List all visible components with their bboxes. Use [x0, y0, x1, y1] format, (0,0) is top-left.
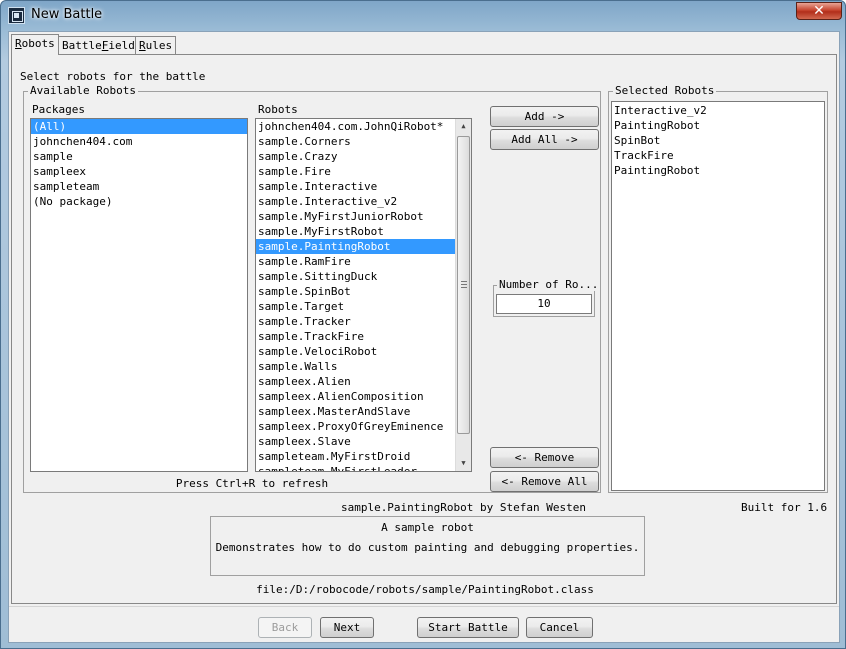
remove-button[interactable]: <- Remove [490, 447, 599, 468]
robot-list-item[interactable]: sampleteam.MyFirstDroid [256, 449, 456, 464]
robot-list-item[interactable]: sample.Corners [256, 134, 456, 149]
robot-list-item[interactable]: sample.RamFire [256, 254, 456, 269]
tab-robots[interactable]: Robots [11, 34, 59, 55]
close-button[interactable]: ✕ [796, 2, 842, 20]
new-battle-window: New Battle ✕ Robots BattleField Rules Se… [0, 0, 846, 649]
robot-list-item[interactable]: sample.SpinBot [256, 284, 456, 299]
selected-robots-list[interactable]: Interactive_v2 PaintingRobot SpinBot TrackF… [611, 101, 825, 491]
robot-list-item[interactable]: sampleex.Slave [256, 434, 456, 449]
selected-robot-item[interactable]: PaintingRobot [612, 118, 824, 133]
robots-list[interactable]: johnchen404.com.JohnQiRobot* sample.Corne… [255, 118, 472, 472]
start-battle-button[interactable]: Start Battle [417, 617, 519, 638]
back-button[interactable]: Back [258, 617, 312, 638]
robot-list-item[interactable]: sample.MyFirstRobot [256, 224, 456, 239]
robots-tab-panel: Select robots for the battle Available R… [11, 54, 837, 604]
packages-list[interactable]: (All) johnchen404.com sample sampleex sample… [30, 118, 248, 472]
selected-robot-item[interactable]: Interactive_v2 [612, 103, 824, 118]
number-of-rounds-label: Number of Ro... [497, 278, 601, 291]
tab-battlefield[interactable]: BattleField [58, 36, 139, 54]
selected-robot-item[interactable]: TrackFire [612, 148, 824, 163]
tab-robots-mnemonic: R [15, 37, 22, 50]
next-button[interactable]: Next [320, 617, 374, 638]
robots-list-scrollbar[interactable]: ▲ ▼ [455, 119, 471, 471]
package-list-item[interactable]: sample [31, 149, 247, 164]
cancel-button[interactable]: Cancel [526, 617, 593, 638]
robot-list-item[interactable]: sample.Tracker [256, 314, 456, 329]
robot-list-item[interactable]: sample.VelociRobot [256, 344, 456, 359]
robot-list-item[interactable]: sample.TrackFire [256, 329, 456, 344]
window-title: New Battle [31, 7, 103, 22]
robots-header: Robots [258, 103, 298, 116]
selected-robot-item[interactable]: PaintingRobot [612, 163, 824, 178]
robot-list-item[interactable]: sample.Target [256, 299, 456, 314]
tab-rules[interactable]: Rules [135, 36, 177, 54]
package-list-item[interactable]: johnchen404.com [31, 134, 247, 149]
robot-list-item[interactable]: sample.Crazy [256, 149, 456, 164]
tab-battlefield-label: ield [108, 39, 135, 52]
robot-list-item[interactable]: sample.Fire [256, 164, 456, 179]
package-list-item[interactable]: (All) [31, 119, 247, 134]
refresh-hint: Press Ctrl+R to refresh [175, 477, 329, 490]
add-all-button[interactable]: Add All -> [490, 129, 599, 150]
scrollbar-grip-icon [461, 281, 467, 288]
robot-description-box: A sample robot Demonstrates how to do cu… [210, 516, 645, 576]
tab-rules-label: ules [145, 39, 173, 52]
selected-robot-item[interactable]: SpinBot [612, 133, 824, 148]
selected-robots-legend: Selected Robots [613, 84, 717, 97]
title-bar[interactable]: New Battle ✕ [1, 1, 845, 31]
robot-list-item[interactable]: sampleex.Alien [256, 374, 456, 389]
add-button[interactable]: Add -> [490, 106, 599, 127]
number-of-rounds-group: Number of Ro... 10 [493, 278, 601, 317]
selected-robots-group: Selected Robots Interactive_v2 PaintingRo… [608, 84, 828, 493]
robot-list-item[interactable]: sample.Interactive_v2 [256, 194, 456, 209]
number-of-rounds-input[interactable]: 10 [496, 294, 592, 314]
available-robots-legend: Available Robots [28, 84, 138, 97]
package-list-item[interactable]: sampleteam [31, 179, 247, 194]
robot-list-item[interactable]: sample.Walls [256, 359, 456, 374]
robot-list-item[interactable]: sampleex.ProxyOfGreyEminence [256, 419, 456, 434]
robot-list-item[interactable]: johnchen404.com.JohnQiRobot* [256, 119, 456, 134]
robot-list-item[interactable]: sample.SittingDuck [256, 269, 456, 284]
robot-list-item[interactable]: sampleex.AlienComposition [256, 389, 456, 404]
dialog-content: Robots BattleField Rules Select robots f… [8, 31, 840, 643]
robot-file-path: file:/D:/robocode/robots/sample/Painting… [256, 583, 594, 596]
package-list-item[interactable]: (No package) [31, 194, 247, 209]
instruction-label: Select robots for the battle [20, 70, 206, 83]
tab-battlefield-label-pre: Battle [62, 39, 102, 52]
tab-robots-label: obots [21, 37, 55, 50]
scroll-down-arrow-icon[interactable]: ▼ [456, 456, 471, 471]
robot-list-item[interactable]: sample.Interactive [256, 179, 456, 194]
robot-list-item[interactable]: sample.MyFirstJuniorRobot [256, 209, 456, 224]
description-line-2: Demonstrates how to do custom painting a… [215, 541, 640, 554]
remove-all-button[interactable]: <- Remove All [490, 471, 599, 492]
description-line-1: A sample robot [381, 521, 474, 534]
robot-name-line: sample.PaintingRobot by Stefan Westen [340, 501, 586, 514]
scroll-up-arrow-icon[interactable]: ▲ [456, 119, 471, 134]
footer-separator [9, 606, 839, 607]
robot-list-item[interactable]: sample.PaintingRobot [256, 239, 456, 254]
scrollbar-thumb[interactable] [457, 136, 470, 434]
package-list-item[interactable]: sampleex [31, 164, 247, 179]
packages-header: Packages [32, 103, 85, 116]
robot-list-item[interactable]: sampleteam.MyFirstLeader [256, 464, 456, 471]
tab-rules-mnemonic: R [139, 39, 146, 52]
built-for-label: Built for 1.6 [741, 501, 828, 514]
robocode-app-icon [8, 7, 25, 24]
robot-list-item[interactable]: sampleex.MasterAndSlave [256, 404, 456, 419]
